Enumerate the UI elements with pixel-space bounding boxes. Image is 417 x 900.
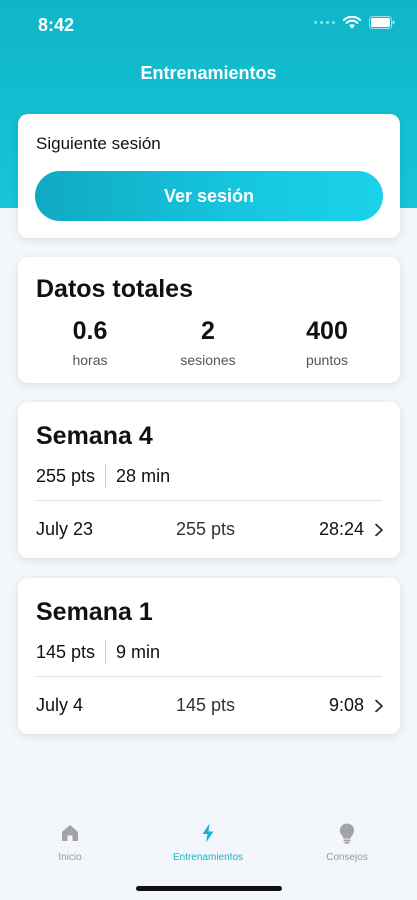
stat-points: 400 puntos xyxy=(267,317,387,368)
tab-label: Entrenamientos xyxy=(172,852,244,863)
week-points: 255 pts xyxy=(36,465,96,486)
stat-value: 2 xyxy=(201,317,215,345)
stat-sessions: 2 sesiones xyxy=(148,317,268,368)
stat-hours: 0.6 horas xyxy=(30,317,150,368)
bolt-icon xyxy=(202,823,214,843)
view-session-button[interactable]: Ver sesión xyxy=(35,171,383,221)
stat-label: puntos xyxy=(305,352,349,368)
totals-title: Datos totales xyxy=(36,275,193,303)
session-duration: 9:08 xyxy=(328,695,364,715)
week-title: Semana 4 xyxy=(36,422,153,450)
session-points: 255 pts xyxy=(176,519,236,539)
session-duration: 28:24 xyxy=(318,519,364,539)
summary-divider xyxy=(105,640,107,664)
cellular-signal-icon xyxy=(314,21,335,24)
week-summary: 255 pts 28 min xyxy=(36,464,170,488)
home-indicator xyxy=(136,886,282,891)
next-session-label: Siguiente sesión xyxy=(36,134,161,153)
lightbulb-icon xyxy=(339,823,355,844)
stat-label: sesiones xyxy=(180,352,236,368)
session-row[interactable]: July 23 255 pts 28:24 xyxy=(36,501,386,558)
tab-label: Consejos xyxy=(326,852,368,863)
stat-label: horas xyxy=(72,352,108,368)
week-minutes: 28 min xyxy=(116,465,171,486)
chevron-right-icon xyxy=(375,699,383,712)
next-session-card: Siguiente sesión Ver sesión xyxy=(18,114,400,238)
status-time: 8:42 xyxy=(38,15,75,35)
week-card: Semana 4 255 pts 28 min July 23 255 pts … xyxy=(18,402,400,558)
status-icons xyxy=(314,16,395,29)
home-icon xyxy=(62,825,78,841)
summary-divider xyxy=(105,464,107,488)
status-bar: 8:42 xyxy=(0,0,417,52)
tab-inicio[interactable]: Inicio xyxy=(0,822,140,863)
chevron-right-icon xyxy=(375,523,383,536)
tab-label: Inicio xyxy=(58,852,82,863)
stat-value: 0.6 xyxy=(72,317,108,345)
page-title: Entrenamientos xyxy=(140,63,277,83)
battery-icon xyxy=(369,16,395,29)
tab-entrenamientos[interactable]: Entrenamientos xyxy=(138,822,278,863)
week-card: Semana 1 145 pts 9 min July 4 145 pts 9:… xyxy=(18,578,400,734)
session-date: July 23 xyxy=(36,519,94,539)
session-row[interactable]: July 4 145 pts 9:08 xyxy=(36,677,386,734)
week-summary: 145 pts 9 min xyxy=(36,640,160,664)
stat-value: 400 xyxy=(306,317,348,345)
session-points: 145 pts xyxy=(176,695,236,715)
week-points: 145 pts xyxy=(36,641,96,662)
wifi-icon xyxy=(343,16,361,29)
session-date: July 4 xyxy=(36,695,84,715)
tab-consejos[interactable]: Consejos xyxy=(277,822,417,863)
week-minutes: 9 min xyxy=(116,641,161,662)
totals-card: Datos totales 0.6 horas 2 sesiones 400 p… xyxy=(18,257,400,383)
week-title: Semana 1 xyxy=(36,598,153,626)
